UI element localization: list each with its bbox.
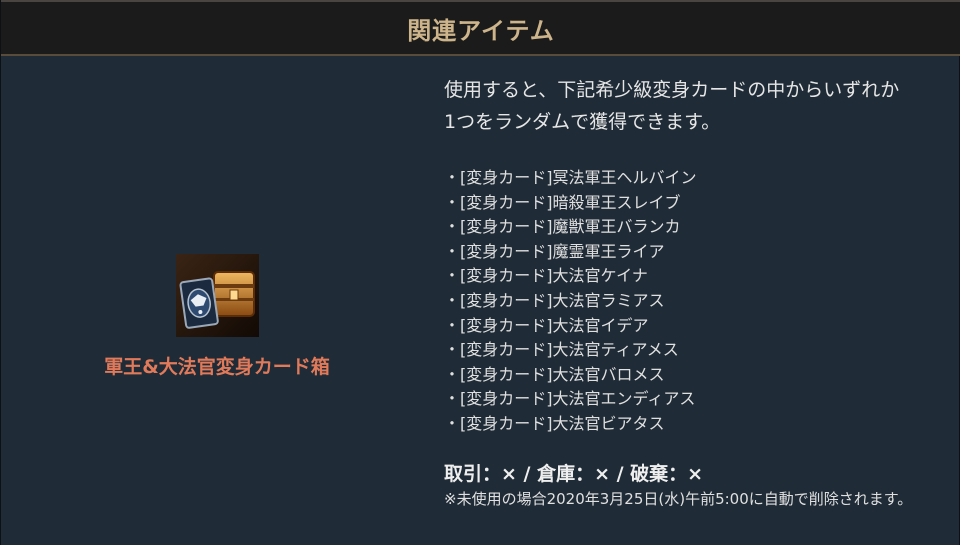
list-item: ・[変身カード]冥法軍王ヘルバイン: [444, 168, 697, 187]
expiry-note: ※未使用の場合2020年3月25日(水)午前5:00に自動で削除されます。: [444, 490, 913, 508]
item-description: 使用すると、下記希少級変身カードの中からいずれか 1つをランダムで獲得できます。: [444, 74, 954, 138]
list-item: ・[変身カード]大法官バロメス: [444, 364, 665, 384]
card-box-icon-graphic: [176, 254, 259, 337]
list-item: ・[変身カード]大法官ケイナ: [444, 266, 648, 286]
item-details: 使用すると、下記希少級変身カードの中からいずれか 1つをランダムで獲得できます。…: [444, 56, 954, 545]
trade-restrictions: 取引：× / 倉庫：× / 破棄：×: [444, 463, 704, 485]
list-item: ・[変身カード]大法官ラミアス: [444, 290, 665, 310]
list-item: ・[変身カード]魔霊軍王ライア: [444, 241, 665, 261]
section-header: 関連アイテム: [1, 0, 960, 56]
card-box-icon[interactable]: [176, 254, 259, 337]
description-line-2: 1つをランダムで獲得できます。: [444, 111, 721, 133]
list-item: ・[変身カード]大法官エンディアス: [444, 389, 696, 409]
list-item: ・[変身カード]大法官ティアメス: [444, 340, 679, 360]
section-title: 関連アイテム: [407, 16, 555, 45]
related-items-panel: 関連アイテム 軍王&大法官変身カード箱 使用すると、下記希少級変身カードの中から…: [0, 0, 960, 545]
list-item: ・[変身カード]魔獣軍王バランカ: [444, 217, 681, 237]
item-column: 軍王&大法官変身カード箱: [1, 56, 431, 545]
item-name[interactable]: 軍王&大法官変身カード箱: [1, 352, 433, 379]
card-list: ・[変身カード]冥法軍王ヘルバイン ・[変身カード]暗殺軍王スレイブ ・[変身カ…: [444, 166, 697, 437]
list-item: ・[変身カード]大法官イデア: [444, 315, 649, 335]
description-line-1: 使用すると、下記希少級変身カードの中からいずれか: [444, 79, 900, 101]
list-item: ・[変身カード]大法官ビアタス: [444, 413, 665, 433]
list-item: ・[変身カード]暗殺軍王スレイブ: [444, 192, 681, 212]
